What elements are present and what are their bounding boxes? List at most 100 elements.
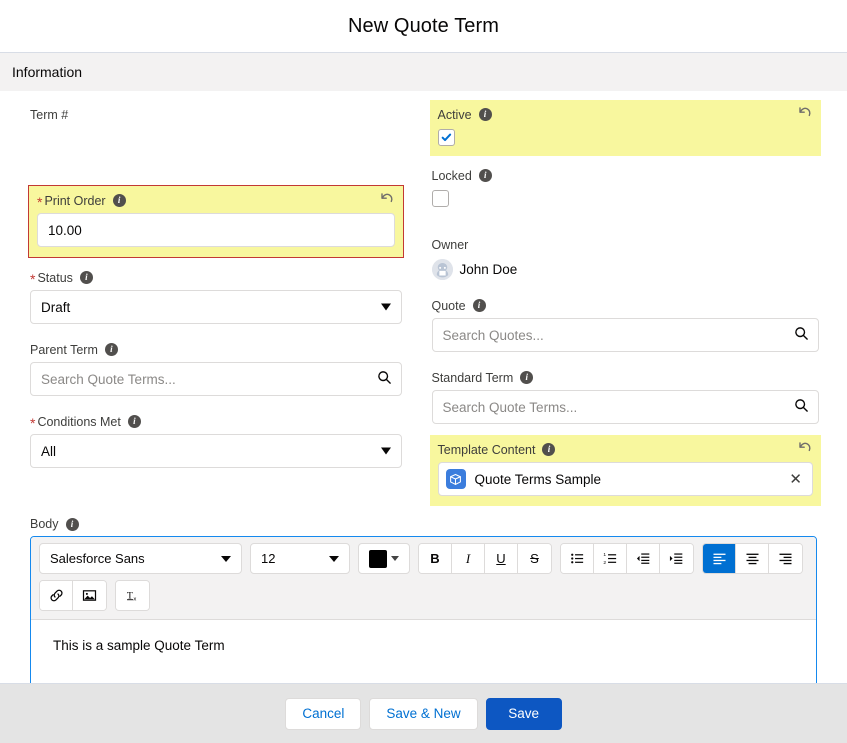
- label-status: * Status i: [30, 269, 402, 286]
- cube-icon: [445, 469, 466, 489]
- numbered-list-button[interactable]: 1 2: [594, 544, 627, 573]
- label-text: Body: [30, 517, 59, 531]
- strikethrough-label: S: [530, 551, 539, 566]
- bold-label: B: [430, 551, 440, 566]
- align-right-button[interactable]: [769, 544, 802, 573]
- indent-button[interactable]: [660, 544, 693, 573]
- numbered-list-icon: 1 2: [603, 552, 616, 566]
- field-locked: Locked i: [431, 161, 820, 216]
- outdent-button[interactable]: [627, 544, 660, 573]
- label-quote: Quote i: [432, 297, 820, 314]
- standard-term-input[interactable]: [431, 390, 819, 424]
- info-icon[interactable]: i: [79, 271, 93, 284]
- align-center-button[interactable]: [736, 544, 769, 573]
- italic-button[interactable]: I: [452, 544, 485, 573]
- parent-term-input[interactable]: [30, 362, 402, 396]
- modal-header: New Quote Term: [0, 0, 847, 53]
- svg-text:2: 2: [603, 560, 606, 566]
- info-icon[interactable]: i: [127, 415, 141, 428]
- active-checkbox[interactable]: [437, 129, 455, 146]
- info-icon[interactable]: i: [520, 371, 534, 384]
- page-title: New Quote Term: [347, 14, 500, 37]
- quote-input[interactable]: [431, 318, 819, 352]
- info-icon[interactable]: i: [478, 169, 492, 182]
- editor-toolbar: Salesforce Sans 12 B I U S 1 2 T x: [31, 537, 816, 620]
- list-button-group: 1 2: [560, 543, 694, 574]
- print-order-input[interactable]: [37, 213, 395, 247]
- label-parent-term: Parent Term i: [30, 341, 402, 358]
- undo-icon[interactable]: [797, 439, 813, 455]
- label-text: Active: [437, 107, 472, 122]
- field-quote: Quote i: [431, 291, 820, 358]
- field-status: * Status i: [30, 263, 402, 330]
- info-icon[interactable]: i: [472, 299, 486, 312]
- link-button[interactable]: [40, 581, 73, 610]
- label-text: Parent Term: [30, 342, 98, 357]
- align-left-button[interactable]: [703, 544, 736, 573]
- editor-toolbar-row-2: T x: [39, 580, 808, 611]
- label-text: Template Content: [437, 442, 536, 457]
- field-conditions-met: * Conditions Met i: [30, 407, 402, 474]
- remove-format-button[interactable]: T x: [116, 581, 149, 610]
- conditions-met-select[interactable]: [30, 434, 402, 468]
- strikethrough-button[interactable]: S: [518, 544, 551, 573]
- label-text: Conditions Met: [37, 414, 121, 429]
- image-icon: [82, 590, 97, 601]
- save-button[interactable]: Save: [485, 697, 562, 730]
- remove-format-button-group: T x: [115, 580, 150, 611]
- undo-icon[interactable]: [797, 104, 813, 120]
- info-icon[interactable]: i: [478, 108, 492, 121]
- label-text: Standard Term: [431, 370, 514, 385]
- align-right-icon: [779, 553, 792, 565]
- label-text: Status: [37, 270, 73, 285]
- template-content-pill[interactable]: Quote Terms Sample ✕: [437, 462, 813, 496]
- field-standard-term: Standard Term i: [431, 363, 819, 430]
- template-content-value: Quote Terms Sample: [474, 471, 602, 487]
- field-parent-term: Parent Term i: [30, 335, 402, 402]
- status-select-wrap: [30, 290, 402, 324]
- status-select[interactable]: [30, 290, 402, 324]
- underline-button[interactable]: U: [485, 544, 518, 573]
- color-swatch: [369, 549, 387, 568]
- save-and-new-button[interactable]: Save & New: [369, 697, 478, 730]
- section-title: Information: [12, 64, 83, 80]
- editor-toolbar-row-1: Salesforce Sans 12 B I U S 1 2: [39, 543, 808, 574]
- field-owner: Owner John Doe: [431, 230, 820, 286]
- locked-checkbox[interactable]: [431, 190, 449, 207]
- field-template-content: Template Content i Quote Terms Sample ✕: [429, 435, 821, 506]
- bold-button[interactable]: B: [419, 544, 452, 573]
- label-body: Body i: [30, 517, 817, 531]
- form-column-right: Active i Locked i Owner John Doe Quote i…: [424, 100, 847, 511]
- bulleted-list-icon: [570, 553, 583, 564]
- info-icon[interactable]: i: [104, 343, 118, 356]
- required-asterisk: *: [37, 193, 43, 210]
- conditions-met-select-wrap: [30, 434, 402, 468]
- field-term-number: Term #: [30, 100, 402, 180]
- section-header-information[interactable]: Information: [0, 53, 847, 92]
- info-icon[interactable]: i: [112, 194, 126, 207]
- undo-icon[interactable]: [379, 190, 395, 206]
- form-column-left: Term # * Print Order i 10.00 * Status i …: [0, 100, 424, 511]
- form-body: Term # * Print Order i 10.00 * Status i …: [0, 92, 847, 726]
- label-text: Owner: [431, 237, 469, 252]
- form-columns: Term # * Print Order i 10.00 * Status i …: [0, 92, 847, 511]
- font-size-select[interactable]: 12: [250, 543, 350, 574]
- quote-search-wrap: [431, 318, 819, 352]
- font-size-value: 12: [261, 551, 276, 566]
- bulleted-list-button[interactable]: [561, 544, 594, 573]
- align-center-icon: [746, 553, 758, 565]
- info-icon[interactable]: i: [542, 443, 556, 456]
- image-button[interactable]: [73, 581, 106, 610]
- label-active: Active i: [438, 106, 814, 123]
- italic-label: I: [465, 550, 471, 566]
- owner-name[interactable]: John Doe: [460, 262, 518, 277]
- alignment-button-group: [702, 543, 803, 574]
- info-icon[interactable]: i: [65, 517, 79, 531]
- modal-footer: Cancel Save & New Save: [0, 683, 847, 743]
- close-icon[interactable]: ✕: [787, 472, 804, 487]
- font-family-select[interactable]: Salesforce Sans: [39, 543, 242, 574]
- label-owner: Owner: [432, 236, 820, 253]
- cancel-button[interactable]: Cancel: [285, 697, 362, 730]
- text-color-picker[interactable]: [358, 543, 410, 574]
- user-avatar-icon: [431, 259, 453, 280]
